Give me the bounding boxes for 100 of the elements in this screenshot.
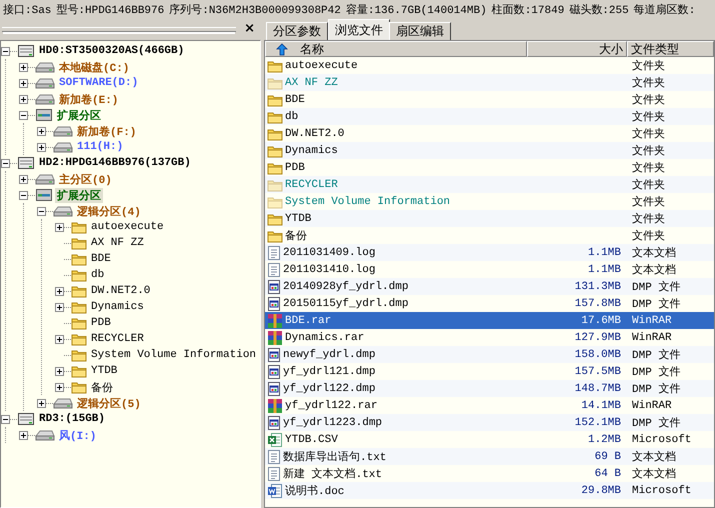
file-row[interactable]: 20140928yf_ydrl.dmp 131.3MB DMP 文件: [265, 278, 714, 295]
expand-toggle[interactable]: [55, 334, 64, 344]
expand-toggle[interactable]: [55, 382, 64, 392]
tree-item[interactable]: 主分区(0): [57, 172, 114, 186]
tree-item[interactable]: RD3:(15GB): [37, 413, 108, 425]
file-type: WinRAR: [631, 332, 673, 344]
tree-item[interactable]: YTDB: [89, 365, 120, 377]
window-file-icon: [267, 380, 281, 396]
file-row[interactable]: 备份 文件夹: [265, 227, 714, 244]
file-row[interactable]: Dynamics.rar 127.9MB WinRAR: [265, 329, 714, 346]
tree-item[interactable]: 扩展分区: [55, 188, 103, 202]
tree-item[interactable]: 扩展分区: [55, 108, 103, 122]
expand-toggle[interactable]: [19, 430, 28, 440]
file-size: 29.8MB: [580, 484, 622, 496]
file-row[interactable]: System Volume Information 文件夹: [265, 193, 714, 210]
file-row[interactable]: yf_ydrl121.dmp 157.5MB DMP 文件: [265, 363, 714, 380]
tree-item[interactable]: 逻辑分区(4): [75, 204, 143, 218]
tree-item[interactable]: autoexecute: [89, 221, 166, 233]
expand-toggle[interactable]: [19, 174, 28, 184]
collapse-toggle[interactable]: [1, 158, 10, 168]
column-header[interactable]: 名称: [265, 41, 527, 57]
file-name: db: [285, 110, 298, 122]
collapse-toggle[interactable]: [19, 190, 28, 200]
expand-toggle[interactable]: [55, 222, 64, 232]
file-name: yf_ydrl122.dmp: [283, 382, 376, 394]
file-row[interactable]: AX NF ZZ 文件夹: [265, 74, 714, 91]
file-name: 备份: [285, 229, 307, 243]
file-row[interactable]: yf_ydrl1223.dmp 152.1MB DMP 文件: [265, 414, 714, 431]
collapse-toggle[interactable]: [19, 110, 28, 120]
tree-item[interactable]: db: [89, 269, 106, 281]
tree-item[interactable]: 本地磁盘(C:): [57, 60, 132, 74]
tree-item[interactable]: 新加卷(E:): [57, 92, 120, 106]
file-type: 文本文档: [631, 466, 677, 481]
file-row[interactable]: 新建 文本文档.txt 64 B 文本文档: [265, 465, 714, 482]
file-row[interactable]: YTDB 文件夹: [265, 210, 714, 227]
file-type: WinRAR: [631, 314, 673, 326]
file-row[interactable]: 2011031410.log 1.1MB 文本文档: [265, 261, 714, 278]
tab[interactable]: 扇区编辑: [389, 22, 451, 40]
window-file-icon: [267, 414, 281, 430]
collapse-toggle[interactable]: [37, 206, 46, 216]
tree-item[interactable]: BDE: [89, 253, 113, 265]
file-row[interactable]: autoexecute 文件夹: [265, 57, 714, 74]
expand-toggle[interactable]: [19, 62, 28, 72]
file-type: DMP 文件: [631, 280, 682, 294]
file-row[interactable]: 2011031409.log 1.1MB 文本文档: [265, 244, 714, 261]
tree-item[interactable]: 逻辑分区(5): [75, 396, 143, 410]
tree-item[interactable]: HD2:HPDG146BB976(137GB): [37, 157, 193, 169]
tree-item[interactable]: RECYCLER: [89, 333, 146, 345]
tree-item[interactable]: Dynamics: [89, 301, 146, 313]
folder-icon: [71, 236, 87, 250]
file-row[interactable]: BDE.rar 17.6MB WinRAR: [265, 312, 714, 329]
tree-item[interactable]: 备份: [89, 380, 115, 394]
expand-toggle[interactable]: [55, 302, 64, 312]
file-row[interactable]: Dynamics 文件夹: [265, 142, 714, 159]
tree-item[interactable]: 新加卷(F:): [75, 124, 138, 138]
column-header[interactable]: 文件类型: [627, 41, 714, 57]
file-row[interactable]: newyf_ydrl.dmp 158.0MB DMP 文件: [265, 346, 714, 363]
folder-icon: [71, 348, 87, 362]
folder-icon: [267, 194, 283, 208]
file-row[interactable]: RECYCLER 文件夹: [265, 176, 714, 193]
tree-item[interactable]: 风(I:): [57, 428, 98, 442]
archive-icon: [267, 330, 283, 346]
window-file-icon: [267, 278, 281, 294]
tree-item[interactable]: DW.NET2.0: [89, 285, 152, 297]
collapse-toggle[interactable]: [1, 46, 10, 56]
file-row[interactable]: 数据库导出语句.txt 69 B 文本文档: [265, 448, 714, 465]
expand-toggle[interactable]: [55, 366, 64, 376]
file-type: DMP 文件: [631, 296, 682, 311]
tree-item[interactable]: AX NF ZZ: [89, 237, 146, 249]
expand-toggle[interactable]: [37, 126, 46, 136]
tree-item[interactable]: SOFTWARE(D:): [57, 77, 140, 89]
file-row[interactable]: PDB 文件夹: [265, 159, 714, 176]
file-row[interactable]: DW.NET2.0 文件夹: [265, 125, 714, 142]
file-row[interactable]: 说明书.doc 29.8MB Microsoft: [265, 482, 714, 499]
collapse-toggle[interactable]: [1, 414, 10, 424]
column-header[interactable]: 大小: [527, 41, 627, 57]
file-name: System Volume Information: [285, 196, 450, 208]
tree-item[interactable]: HD0:ST3500320AS(466GB): [37, 45, 186, 57]
expand-toggle[interactable]: [19, 94, 28, 104]
tree-item[interactable]: 111(H:): [75, 141, 126, 153]
close-button[interactable]: ×: [242, 23, 257, 35]
file-row[interactable]: YTDB.CSV 1.2MB Microsoft: [265, 431, 714, 448]
tree-item[interactable]: PDB: [89, 317, 113, 329]
expand-toggle[interactable]: [19, 78, 28, 88]
file-type: 文件夹: [631, 194, 666, 209]
file-row[interactable]: BDE 文件夹: [265, 91, 714, 108]
file-name: YTDB: [285, 212, 312, 224]
expand-toggle[interactable]: [37, 398, 46, 408]
up-arrow-icon[interactable]: [276, 42, 288, 56]
tab[interactable]: 分区参数: [266, 22, 328, 40]
tree-item[interactable]: System Volume Information: [89, 349, 258, 361]
expand-toggle[interactable]: [55, 286, 64, 296]
folder-icon: [71, 220, 87, 234]
file-row[interactable]: db 文件夹: [265, 108, 714, 125]
tab[interactable]: 浏览文件: [328, 19, 390, 40]
file-row[interactable]: 20150115yf_ydrl.dmp 157.8MB DMP 文件: [265, 295, 714, 312]
file-row[interactable]: yf_ydrl122.rar 14.1MB WinRAR: [265, 397, 714, 414]
file-row[interactable]: yf_ydrl122.dmp 148.7MB DMP 文件: [265, 380, 714, 397]
archive-icon: [267, 312, 283, 328]
expand-toggle[interactable]: [37, 142, 46, 152]
